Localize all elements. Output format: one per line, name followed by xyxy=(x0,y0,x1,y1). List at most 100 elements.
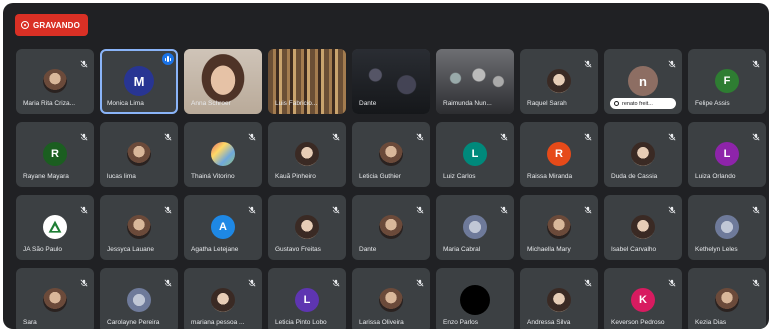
participant-tile[interactable]: F Felipe Assis xyxy=(688,49,766,114)
participant-name: Agatha Letejane xyxy=(191,246,239,253)
participant-tile[interactable]: Raquel Sarah xyxy=(520,49,598,114)
mic-off-icon xyxy=(668,128,676,141)
mic-off-icon xyxy=(584,274,592,287)
participant-avatar: K xyxy=(631,288,655,312)
participant-tile[interactable]: R Rayane Mayara xyxy=(16,122,94,187)
participant-tile[interactable]: M Monica Lima xyxy=(100,49,178,114)
participant-name: Raissa Miranda xyxy=(527,173,573,180)
participant-avatar: M xyxy=(124,66,154,96)
participant-tile[interactable]: Carolayne Pereira xyxy=(100,268,178,329)
participant-avatar xyxy=(547,69,571,93)
participant-name: Monica Lima xyxy=(107,100,144,107)
participant-tile[interactable]: Thainá Vitorino xyxy=(184,122,262,187)
participant-tile[interactable]: lucas lima xyxy=(100,122,178,187)
mic-off-icon xyxy=(584,128,592,141)
participant-avatar xyxy=(211,142,235,166)
mic-off-icon xyxy=(584,55,592,68)
participant-avatar xyxy=(463,215,487,239)
participant-tile[interactable]: Larissa Oliveira xyxy=(352,268,430,329)
participant-name: Raimunda Nun... xyxy=(443,100,492,107)
participant-name: Sara xyxy=(23,319,37,326)
participant-tile[interactable]: Dante xyxy=(352,49,430,114)
participant-grid: Maria Rita Criza... M Monica Lima Anna Schr… xyxy=(16,49,766,329)
participant-tile[interactable]: Anna Schroer xyxy=(184,49,262,114)
participant-tile[interactable]: Raimunda Nun... xyxy=(436,49,514,114)
mic-off-icon xyxy=(500,201,508,214)
participant-tile[interactable]: Andressa Silva xyxy=(520,268,598,329)
participant-tile[interactable]: R Raissa Miranda xyxy=(520,122,598,187)
participant-tile[interactable]: L Leticia Pinto Lobo xyxy=(268,268,346,329)
participant-tile[interactable]: Isabel Carvalho xyxy=(604,195,682,260)
participant-avatar xyxy=(547,215,571,239)
mic-off-icon xyxy=(248,128,256,141)
participant-tile[interactable]: K Keverson Pedroso xyxy=(604,268,682,329)
participant-avatar xyxy=(379,142,403,166)
participant-tile[interactable]: JA São Paulo xyxy=(16,195,94,260)
participant-tile[interactable]: mariana pessoa ... xyxy=(184,268,262,329)
participant-tile[interactable]: Gustavo Freitas xyxy=(268,195,346,260)
record-icon xyxy=(21,21,29,29)
mic-off-icon xyxy=(164,274,172,287)
participant-avatar xyxy=(43,69,67,93)
participant-tile[interactable]: Maria Rita Criza... xyxy=(16,49,94,114)
mic-off-icon xyxy=(80,55,88,68)
participant-tile[interactable]: Enzo Parlos xyxy=(436,268,514,329)
participant-tile[interactable]: Kauã Pinheiro xyxy=(268,122,346,187)
participant-tile[interactable]: A Agatha Letejane xyxy=(184,195,262,260)
participant-avatar: L xyxy=(463,142,487,166)
participant-tile[interactable]: n renato freit... xyxy=(604,49,682,114)
participant-name: Leticia Guthier xyxy=(359,173,401,180)
meeting-stage: GRAVANDO Maria Rita Criza... M Monica Lima… xyxy=(3,3,769,329)
participant-tile[interactable]: L Luiza Orlando xyxy=(688,122,766,187)
mic-off-icon xyxy=(668,201,676,214)
participant-tile[interactable]: Dante xyxy=(352,195,430,260)
mic-off-icon xyxy=(80,274,88,287)
participant-tile[interactable]: Kethelyn Leles xyxy=(688,195,766,260)
mic-off-icon xyxy=(668,55,676,68)
participant-name: Maria Cabral xyxy=(443,246,481,253)
mic-off-icon xyxy=(248,274,256,287)
participant-avatar: F xyxy=(715,69,739,93)
participant-name: Luiza Orlando xyxy=(695,173,736,180)
participant-name: Keverson Pedroso xyxy=(611,319,665,326)
participant-name: Kezia Dias xyxy=(695,319,727,326)
mic-off-icon xyxy=(416,274,424,287)
recording-badge[interactable]: GRAVANDO xyxy=(15,14,89,36)
mic-off-icon xyxy=(332,274,340,287)
participant-avatar: R xyxy=(547,142,571,166)
mic-off-icon xyxy=(668,274,676,287)
participant-name: Maria Rita Criza... xyxy=(23,100,76,107)
participant-avatar: A xyxy=(211,215,235,239)
participant-name: Larissa Oliveira xyxy=(359,319,404,326)
recording-label: GRAVANDO xyxy=(33,20,81,30)
participant-name: Leticia Pinto Lobo xyxy=(275,319,327,326)
participant-avatar xyxy=(631,142,655,166)
mic-off-icon xyxy=(332,128,340,141)
participant-tile[interactable]: Leticia Guthier xyxy=(352,122,430,187)
participant-tile[interactable]: Luis Fabricio... xyxy=(268,49,346,114)
participant-tile[interactable]: L Luiz Carlos xyxy=(436,122,514,187)
participant-name: Duda de Cassia xyxy=(611,173,658,180)
participant-tile[interactable]: Sara xyxy=(16,268,94,329)
participant-tile[interactable]: Kezia Dias xyxy=(688,268,766,329)
participant-tile[interactable]: Duda de Cassia xyxy=(604,122,682,187)
participant-tile[interactable]: Michaella Mary xyxy=(520,195,598,260)
mic-off-icon xyxy=(752,274,760,287)
participant-name-pill: renato freit... xyxy=(610,98,676,109)
mic-off-icon xyxy=(164,201,172,214)
participant-name: Isabel Carvalho xyxy=(611,246,657,253)
participant-tile[interactable]: Jessyca Lauane xyxy=(100,195,178,260)
participant-avatar xyxy=(43,288,67,312)
mic-off-icon xyxy=(164,128,172,141)
mic-off-icon xyxy=(248,201,256,214)
participant-name: Michaella Mary xyxy=(527,246,571,253)
participant-avatar xyxy=(295,215,319,239)
participant-name: Gustavo Freitas xyxy=(275,246,321,253)
participant-avatar: L xyxy=(715,142,739,166)
participant-name: Kethelyn Leles xyxy=(695,246,738,253)
participant-name: mariana pessoa ... xyxy=(191,319,245,326)
participant-name: Dante xyxy=(359,246,377,253)
mic-off-icon xyxy=(752,201,760,214)
participant-avatar xyxy=(43,215,67,239)
participant-tile[interactable]: Maria Cabral xyxy=(436,195,514,260)
